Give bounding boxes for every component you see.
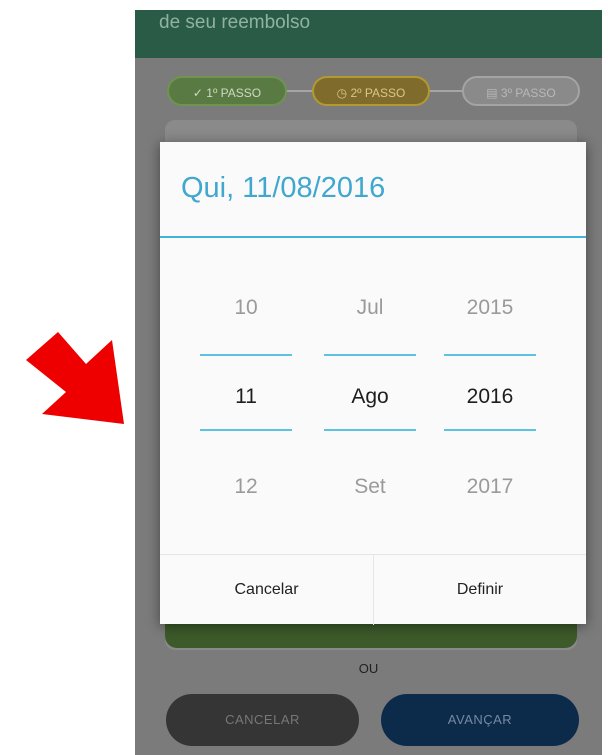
dialog-cancel-button[interactable]: Cancelar <box>160 555 373 625</box>
month-prev[interactable]: Jul <box>318 296 422 320</box>
dialog-set-button[interactable]: Definir <box>373 555 586 625</box>
day-current[interactable]: 11 <box>194 385 298 409</box>
selection-divider <box>324 354 416 356</box>
month-next[interactable]: Set <box>318 475 422 499</box>
step-2-label: 2º PASSO <box>350 86 406 100</box>
next-button[interactable]: AVANÇAR <box>381 694 579 746</box>
date-picker-dialog: Qui, 11/08/2016 10 11 12 Jul Ago Set 201… <box>160 142 586 625</box>
year-spinner[interactable]: 2015 2016 2017 <box>438 238 542 554</box>
dialog-actions: Cancelar Definir <box>160 554 586 625</box>
month-current[interactable]: Ago <box>318 385 422 409</box>
step-1-label: 1º PASSO <box>206 86 262 100</box>
dialog-header: Qui, 11/08/2016 <box>160 142 586 238</box>
year-current[interactable]: 2016 <box>438 385 542 409</box>
or-separator: OU <box>358 661 379 676</box>
day-prev[interactable]: 10 <box>194 296 298 320</box>
step-connector <box>285 90 315 92</box>
app-bar-title: de seu reembolso <box>159 12 311 33</box>
day-spinner[interactable]: 10 11 12 <box>194 238 298 554</box>
step-progress: ✓ 1º PASSO ◷ 2º PASSO ▤ 3º PASSO <box>167 76 587 110</box>
step-1-badge: ✓ 1º PASSO <box>167 76 287 106</box>
selection-divider <box>200 429 292 431</box>
step-2-badge: ◷ 2º PASSO <box>312 76 430 106</box>
selection-divider <box>200 354 292 356</box>
year-next[interactable]: 2017 <box>438 475 542 499</box>
selected-date-title: Qui, 11/08/2016 <box>181 172 386 204</box>
selection-divider <box>444 429 536 431</box>
step-3-badge: ▤ 3º PASSO <box>462 76 580 106</box>
selection-divider <box>324 429 416 431</box>
step-3-label: 3º PASSO <box>500 86 556 100</box>
selection-divider <box>444 354 536 356</box>
day-next[interactable]: 12 <box>194 475 298 499</box>
app-bar: de seu reembolso <box>135 10 602 58</box>
year-prev[interactable]: 2015 <box>438 296 542 320</box>
cancel-button[interactable]: CANCELAR <box>166 694 359 746</box>
month-spinner[interactable]: Jul Ago Set <box>318 238 422 554</box>
red-arrow-icon <box>26 332 124 424</box>
step-connector <box>428 90 464 92</box>
